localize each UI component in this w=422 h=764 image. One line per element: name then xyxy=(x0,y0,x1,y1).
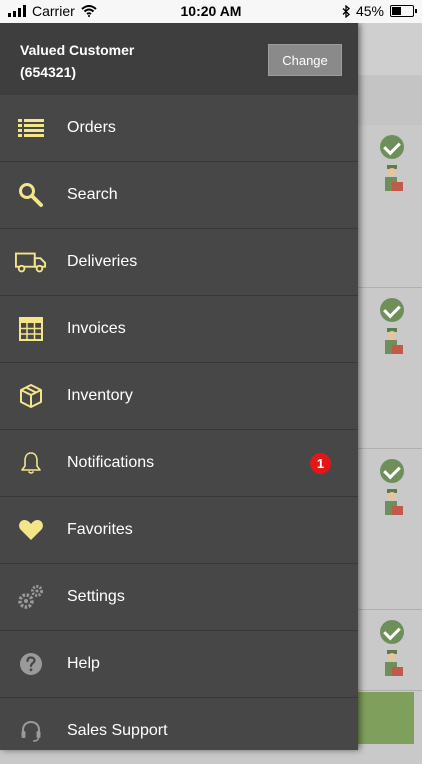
truck-icon xyxy=(15,248,47,276)
check-icon xyxy=(380,135,404,159)
background-order-card[interactable] xyxy=(358,449,422,610)
box-icon xyxy=(15,382,47,410)
drawer-menu: Orders Search Deliveries Invoices Invent… xyxy=(0,95,358,764)
check-icon xyxy=(380,620,404,644)
delivery-person-icon xyxy=(385,489,403,515)
menu-item-label: Search xyxy=(67,186,118,203)
change-customer-button[interactable]: Change xyxy=(268,44,342,76)
search-icon xyxy=(15,181,47,209)
drawer-header: Valued Customer (654321) Change xyxy=(0,23,358,95)
menu-item-orders[interactable]: Orders xyxy=(0,95,358,162)
menu-item-label: Inventory xyxy=(67,387,133,404)
background-action-button[interactable] xyxy=(358,692,414,744)
status-bar: Carrier 10:20 AM 45% xyxy=(0,0,422,23)
menu-item-label: Favorites xyxy=(67,521,133,538)
list-icon xyxy=(15,114,47,142)
question-icon xyxy=(15,650,47,678)
menu-item-notifications[interactable]: Notifications 1 xyxy=(0,430,358,497)
menu-item-label: Sales Support xyxy=(67,722,168,739)
background-order-card[interactable] xyxy=(358,125,422,288)
notification-badge: 1 xyxy=(310,452,331,474)
status-right: 45% xyxy=(342,3,417,19)
menu-item-favorites[interactable]: Favorites xyxy=(0,497,358,564)
customer-name: Valued Customer xyxy=(20,42,135,58)
menu-item-deliveries[interactable]: Deliveries xyxy=(0,229,358,296)
bluetooth-icon xyxy=(342,4,350,18)
delivery-person-icon xyxy=(385,328,403,354)
background-filter-row xyxy=(358,75,422,126)
menu-item-sales-support[interactable]: Sales Support xyxy=(0,698,358,764)
check-icon xyxy=(380,459,404,483)
bell-icon xyxy=(15,449,47,477)
background-order-card[interactable] xyxy=(358,610,422,691)
customer-id: (654321) xyxy=(20,64,77,80)
menu-item-label: Deliveries xyxy=(67,253,138,270)
menu-item-inventory[interactable]: Inventory xyxy=(0,363,358,430)
menu-item-label: Invoices xyxy=(67,320,126,337)
battery-icon xyxy=(390,5,417,17)
navigation-drawer: Valued Customer (654321) Change Orders S… xyxy=(0,23,358,750)
menu-item-search[interactable]: Search xyxy=(0,162,358,229)
menu-item-label: Settings xyxy=(67,588,125,605)
invoice-grid-icon xyxy=(15,315,47,343)
delivery-person-icon xyxy=(385,650,403,676)
menu-item-label: Help xyxy=(67,655,100,672)
check-icon xyxy=(380,298,404,322)
menu-item-invoices[interactable]: Invoices xyxy=(0,296,358,363)
menu-item-settings[interactable]: Settings xyxy=(0,564,358,631)
menu-item-label: Orders xyxy=(67,119,116,136)
battery-percent: 45% xyxy=(355,3,384,19)
menu-item-label: Notifications xyxy=(67,454,155,471)
background-header xyxy=(358,23,422,76)
menu-item-help[interactable]: Help xyxy=(0,631,358,698)
gears-icon xyxy=(15,583,47,611)
background-order-card[interactable] xyxy=(358,288,422,449)
delivery-person-icon xyxy=(385,165,403,191)
headset-icon xyxy=(15,717,47,745)
heart-icon xyxy=(15,516,47,544)
